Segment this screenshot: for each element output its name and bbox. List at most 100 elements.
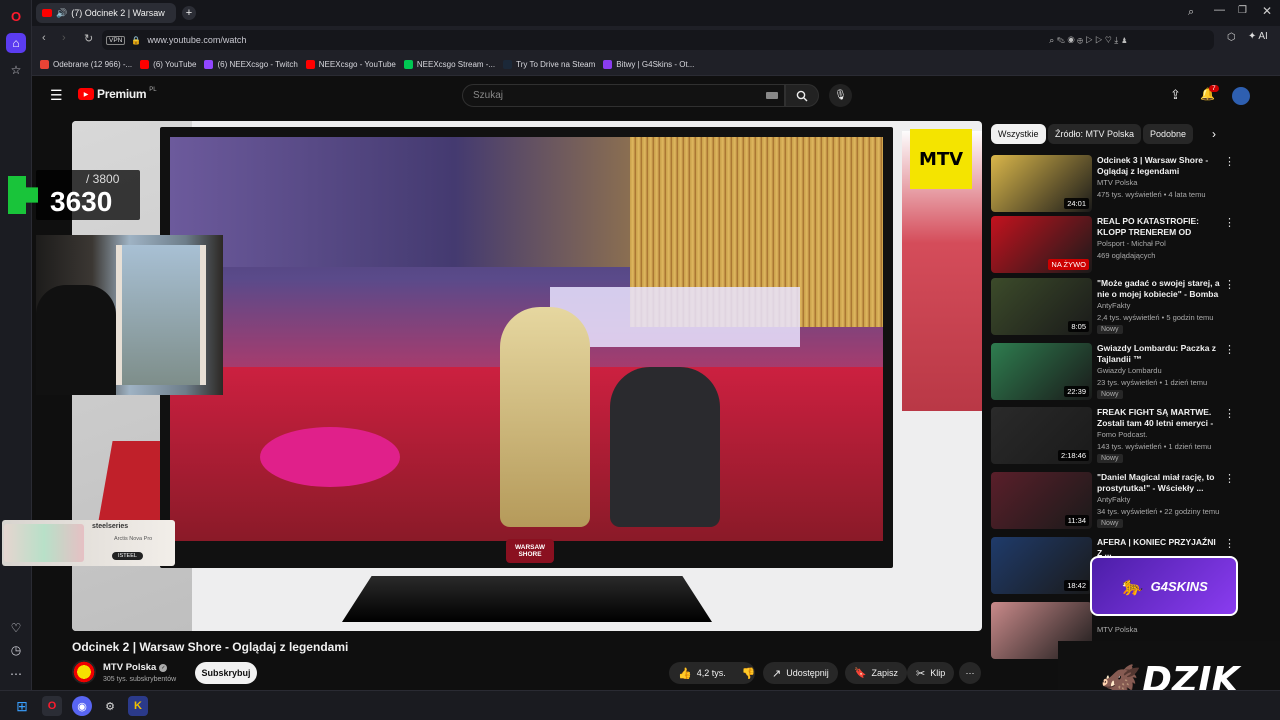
recommendation-title[interactable]: Odcinek 3 | Warsaw Shore - Oglądaj z leg… (1097, 155, 1220, 177)
vpn-badge[interactable]: VPN (106, 35, 126, 45)
recommendation-title[interactable]: "Może gadać o swojej starej, a nie o moj… (1097, 278, 1220, 300)
dislike-icon[interactable]: 👎 (742, 667, 756, 680)
subscribe-button[interactable]: Subskrybuj (195, 662, 257, 684)
youtube-logo[interactable]: ▶ Premium PL (78, 87, 157, 101)
chips-next-icon[interactable]: › (1212, 127, 1216, 141)
recommendation-channel[interactable]: MTV Polska (1097, 625, 1137, 634)
menu-icon[interactable]: ☰ (50, 87, 63, 104)
extensions-icon[interactable]: ⬡ (1227, 32, 1236, 43)
upload-icon[interactable]: ⇪ (1170, 87, 1181, 103)
chip-item[interactable]: Źródło: MTV Polska (1048, 124, 1142, 144)
recommendation-thumbnail[interactable]: 2:18:46 (991, 407, 1092, 464)
more-vert-icon[interactable]: ⋮ (1224, 155, 1235, 168)
recommendation-item[interactable]: 2:18:46 FREAK FIGHT SĄ MARTWE. Zostali ta… (991, 407, 1235, 467)
bookmark-item[interactable]: (6) YouTube (140, 60, 196, 69)
recommendation-thumbnail[interactable]: NA ŻYWO (991, 216, 1092, 273)
channel-name[interactable]: MTV Polska (103, 662, 156, 673)
star-icon[interactable]: ☆ (6, 60, 26, 80)
history-icon[interactable]: ◷ (6, 640, 26, 660)
more-icon[interactable]: ⋯ (6, 664, 26, 684)
reload-button[interactable]: ↻ (84, 32, 93, 45)
search-button[interactable] (785, 84, 819, 107)
toolbar-icons[interactable]: ⌕ ✎ ◉ ⊕ ▷ ▷ ♡ ⤓ ♟ (1049, 35, 1128, 46)
microphone-icon[interactable]: 🎙 (829, 84, 852, 107)
url-text[interactable]: www.youtube.com/watch (147, 35, 246, 45)
search-tabs-icon[interactable]: ⌕ (1188, 6, 1194, 19)
steam-taskbar-icon[interactable]: ⚙ (100, 696, 120, 716)
opera-taskbar-icon[interactable]: O (42, 696, 62, 716)
bookmark-item[interactable]: Try To Drive na Steam (503, 60, 595, 69)
g4skins-label: G4SKINS (1150, 578, 1208, 594)
recommendation-title[interactable]: FREAK FIGHT SĄ MARTWE. Zostali tam 40 le… (1097, 407, 1220, 429)
recommendation-item[interactable]: NA ŻYWO REAL PO KATASTROFIE: KLOPP TRENER… (991, 216, 1235, 276)
forward-button[interactable]: › (62, 32, 66, 44)
recommendation-item[interactable]: 24:01 Odcinek 3 | Warsaw Shore - Oglądaj … (991, 155, 1235, 215)
lock-icon[interactable]: 🔒 (131, 36, 141, 45)
url-field[interactable]: VPN 🔒 www.youtube.com/watch ⌕ ✎ ◉ ⊕ ▷ ▷ … (102, 30, 1214, 50)
bookmark-item[interactable]: (6) NEEXcsgo - Twitch (204, 60, 298, 69)
tab-active[interactable]: 🔊 (7) Odcinek 2 | Warsaw (36, 3, 176, 23)
more-vert-icon[interactable]: ⋮ (1224, 407, 1235, 420)
recommendation-item[interactable]: 11:34 "Daniel Magical miał rację, to pros… (991, 472, 1235, 532)
app-taskbar-icon[interactable]: K (128, 696, 148, 716)
chip-item[interactable]: Podobne (1143, 124, 1194, 144)
recommendation-title[interactable]: "Daniel Magical miał rację, to prostytut… (1097, 472, 1220, 494)
more-vert-icon[interactable]: ⋮ (1224, 472, 1235, 485)
bookmark-item[interactable]: Bitwy | G4Skins - Ot... (603, 60, 694, 69)
recommendation-thumbnail[interactable]: 8:05 (991, 278, 1092, 335)
like-icon[interactable]: 👍 (678, 667, 692, 680)
more-vert-icon[interactable]: ⋮ (1224, 343, 1235, 356)
duration-badge: 11:34 (1064, 515, 1089, 526)
recommendation-item[interactable]: 22:39 Gwiazdy Lombardu: Paczka z Tajlandi… (991, 343, 1235, 403)
tv-frame: WARSAW SHORE (160, 127, 893, 568)
discord-taskbar-icon[interactable]: ◉ (72, 696, 92, 716)
close-window-button[interactable]: ✕ (1262, 4, 1272, 18)
recommendation-channel[interactable]: AntyFakty (1097, 495, 1130, 504)
steelseries-brand: steelseries (92, 523, 129, 530)
clip-button[interactable]: ✂ Klip (907, 662, 955, 684)
recommendation-channel[interactable]: AntyFakty (1097, 301, 1130, 310)
headset-images (4, 524, 84, 562)
recommendation-thumbnail[interactable]: 18:42 (991, 537, 1092, 594)
more-vert-icon[interactable]: ⋮ (1224, 537, 1235, 550)
recommendation-thumbnail[interactable]: 11:34 (991, 472, 1092, 529)
windows-start-icon[interactable]: ⊞ (12, 696, 32, 716)
maximize-button[interactable]: ❐ (1238, 5, 1247, 16)
chip-item[interactable]: Wszystkie (991, 124, 1046, 144)
more-actions-button[interactable]: ⋯ (959, 662, 981, 684)
new-badge: Nowy (1097, 519, 1123, 528)
share-button[interactable]: ↗ Udostępnij (763, 662, 838, 684)
recommendation-channel[interactable]: MTV Polska (1097, 178, 1137, 187)
more-vert-icon[interactable]: ⋮ (1224, 278, 1235, 291)
bookmark-item[interactable]: Odebrane (12 966) -... (40, 60, 132, 69)
recommendation-title[interactable]: Gwiazdy Lombardu: Paczka z Tajlandii ™ (1097, 343, 1220, 365)
recommendation-thumbnail[interactable]: 24:01 (991, 155, 1092, 212)
channel-avatar[interactable] (72, 660, 96, 684)
heart-icon[interactable]: ♡ (6, 618, 26, 638)
recommendation-channel[interactable]: Gwiazdy Lombardu (1097, 366, 1162, 375)
recommendation-channel[interactable]: Fomo Podcast. (1097, 430, 1147, 439)
recommendation-item[interactable]: 8:05 "Może gadać o swojej starej, a nie o… (991, 278, 1235, 338)
opera-logo-icon[interactable]: O (6, 6, 26, 26)
search-input[interactable]: Szukaj (462, 84, 785, 107)
avatar[interactable] (1232, 87, 1250, 105)
aria-ai-button[interactable]: ✦ AI (1248, 31, 1268, 42)
counter-total: / 3800 (86, 172, 120, 186)
bookmark-item[interactable]: NEEXcsgo Stream -... (403, 60, 495, 69)
back-button[interactable]: ‹ (42, 32, 46, 44)
minimize-button[interactable]: — (1214, 4, 1225, 16)
recommendation-title[interactable]: REAL PO KATASTROFIE: KLOPP TRENEREM OD L… (1097, 216, 1220, 238)
more-vert-icon[interactable]: ⋮ (1224, 216, 1235, 229)
keyboard-icon[interactable] (766, 92, 778, 99)
recommendation-thumbnail[interactable]: 22:39 (991, 343, 1092, 400)
youtube-play-icon: ▶ (78, 88, 94, 100)
speaker-icon[interactable]: 🔊 (56, 8, 67, 19)
new-badge: Nowy (1097, 325, 1123, 334)
home-icon[interactable]: ⌂ (6, 33, 26, 53)
new-tab-button[interactable]: + (182, 6, 196, 20)
save-button[interactable]: 🔖 Zapisz (845, 662, 907, 684)
like-count[interactable]: 4,2 tys. (697, 668, 726, 678)
recommendation-channel[interactable]: Polsport - Michał Pol (1097, 239, 1166, 248)
channel-name-row[interactable]: MTV Polska ✓ (103, 662, 168, 673)
bookmark-item[interactable]: NEEXcsgo - YouTube (305, 60, 396, 69)
